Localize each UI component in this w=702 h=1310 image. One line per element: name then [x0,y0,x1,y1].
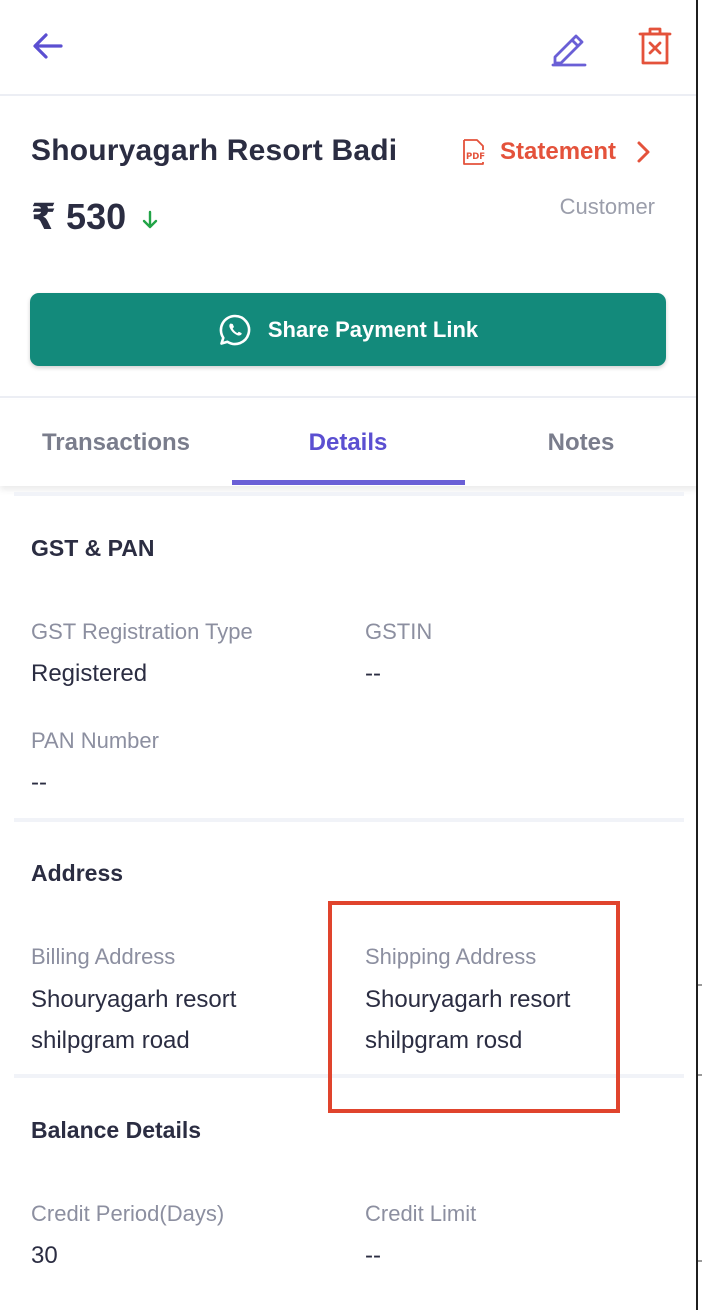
tab-details[interactable]: Details [232,400,464,486]
balance-amount-row: ₹ 530 [31,196,158,238]
balance-details-title: Balance Details [31,1117,202,1143]
pdf-icon: PDF [463,139,485,165]
credit-limit-value: -- [365,1242,381,1269]
tab-transactions[interactable]: Transactions [0,400,232,486]
pan-number-value: -- [31,769,47,796]
back-button[interactable] [28,26,68,66]
share-button-label: Share Payment Link [267,316,479,342]
credit-period-label: Credit Period(Days) [31,1201,225,1226]
statement-label: Statement [500,138,617,165]
tab-notes[interactable]: Notes [464,400,696,486]
pencil-icon [551,34,587,67]
app-screen: Shouryagarh Resort Badi PDF Statement ₹ … [0,0,698,1310]
balance-amount: ₹ 530 [31,196,127,237]
edge-line [698,1074,702,1076]
party-summary: Shouryagarh Resort Badi PDF Statement ₹ … [0,98,696,398]
section-divider [14,818,684,822]
svg-text:PDF: PDF [466,152,485,162]
whatsapp-icon [219,314,251,345]
chevron-right-icon [637,141,650,163]
billing-address-line-1: Shouryagarh resort [31,986,237,1013]
window-edge [698,0,702,1310]
delete-button[interactable] [634,24,676,68]
section-divider [14,492,684,496]
edit-button[interactable] [548,26,590,68]
party-type: Customer [559,194,655,219]
arrow-left-icon [33,33,63,59]
pan-number-label: PAN Number [31,728,159,753]
gst-registration-type-value: Registered [31,660,148,687]
top-bar [0,0,696,96]
trash-icon [638,27,672,65]
active-tab-indicator [232,480,465,485]
gstin-value: -- [365,660,381,687]
credit-limit-label: Credit Limit [365,1201,477,1226]
edge-line [698,1260,702,1262]
share-payment-link-button[interactable]: Share Payment Link [30,293,666,366]
shipping-address-highlight-box [328,901,620,1113]
address-title: Address [31,860,124,886]
edge-line [698,984,702,986]
billing-address-line-2: shilpgram road [31,1027,190,1054]
tab-bar: Transactions Details Notes [0,400,696,486]
statement-link[interactable]: PDF Statement [460,136,652,168]
billing-address-label: Billing Address [31,944,176,969]
gstin-label: GSTIN [365,619,433,644]
credit-period-value: 30 [31,1242,58,1269]
gst-pan-title: GST & PAN [31,535,155,561]
gst-registration-type-label: GST Registration Type [31,619,253,644]
party-name: Shouryagarh Resort Badi [31,134,398,167]
arrow-down-icon [142,210,158,229]
